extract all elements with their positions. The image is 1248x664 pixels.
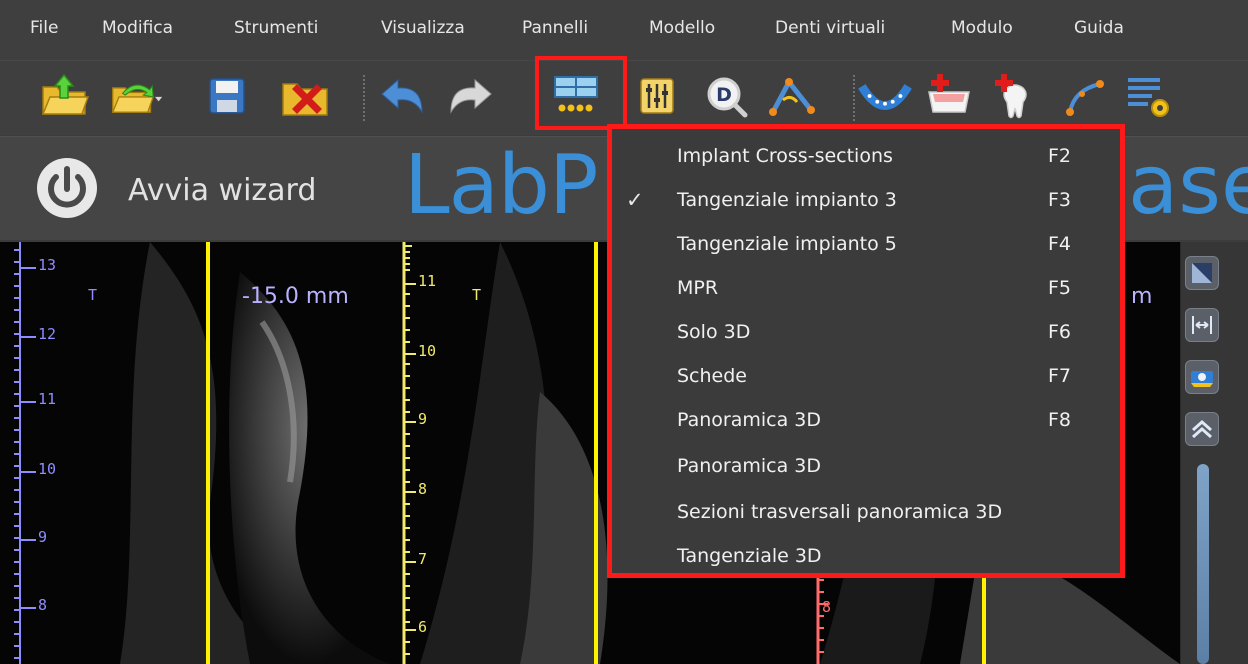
menu-denti-virtuali[interactable]: Denti virtuali [775,18,885,38]
arch-icon[interactable] [858,71,912,121]
ruler-label: 8 [418,480,428,498]
curve-icon[interactable] [1059,71,1113,121]
menu-item-label: Schede [677,365,747,387]
svg-text:D: D [716,84,732,106]
menu-item-label: Solo 3D [677,321,751,343]
menu-strumenti[interactable]: Strumenti [234,18,318,38]
menu-item-label: Panoramica 3D [677,455,822,477]
menu-item-shortcut: F4 [1048,233,1072,255]
menu-visualizza[interactable]: Visualizza [381,18,465,38]
chevron-up-double-icon[interactable] [1185,412,1219,446]
ruler-label: 9 [38,528,48,546]
ruler-label: 8 [38,596,48,614]
menu-item-panoramica-3d[interactable]: Panoramica 3D F8 [612,401,1120,443]
menu-item-label: Tangenziale impianto 3 [677,189,897,211]
checkmark-icon: ✓ [626,188,644,212]
ruler-label: 10 [38,460,57,478]
menu-modulo[interactable]: Modulo [951,18,1013,38]
menu-item-shortcut: F6 [1048,321,1072,343]
menu-item-shortcut: F8 [1048,409,1072,431]
close-red-x-icon[interactable] [278,71,332,121]
open-folder-up-icon[interactable] [38,71,92,121]
menu-item-mpr[interactable]: MPR F5 [612,269,1120,311]
undo-icon[interactable] [376,71,430,121]
menu-item-label: MPR [677,277,719,299]
ruler-label: 7 [418,550,428,568]
ruler-right [816,572,828,664]
power-icon[interactable] [36,157,98,219]
menu-item-implant-cross-sections[interactable]: Implant Cross-sections F2 [612,137,1120,179]
side-panel [1180,242,1248,664]
ruler-label: 9 [418,410,428,428]
toolbar-separator [363,75,365,121]
orientation-marker: T [472,286,482,304]
ruler-label: 11 [418,272,437,290]
menu-item-shortcut: F5 [1048,277,1072,299]
menu-guida[interactable]: Guida [1074,18,1124,38]
zoom-slider[interactable] [1197,464,1209,664]
add-model-icon[interactable] [922,71,976,121]
list-settings-icon[interactable] [1121,71,1175,121]
menubar: File Modifica Strumenti Visualizza Panne… [0,0,1248,60]
menu-item-panoramica-3d-alt[interactable]: Panoramica 3D [612,447,1120,489]
menu-item-label: Panoramica 3D [677,409,822,431]
menu-pannelli[interactable]: Pannelli [522,18,588,38]
offset-label: -15.0 mm [242,284,349,309]
menu-item-shortcut: F7 [1048,365,1072,387]
menu-modello[interactable]: Modello [649,18,715,38]
menu-item-label: Sezioni trasversali panoramica 3D [677,501,1003,523]
ruler-label: 10 [418,342,437,360]
ruler-label: 6 [418,618,428,636]
fit-width-icon[interactable] [1185,308,1219,342]
measure-angle-icon[interactable] [765,71,819,121]
menu-item-tangenziale-3d[interactable]: Tangenziale 3D [612,537,1120,579]
cross-section-line[interactable] [594,242,598,664]
menu-item-shortcut: F3 [1048,189,1072,211]
open-folder-arrow-icon[interactable] [110,71,164,121]
layout-dropdown-menu: Implant Cross-sections F2 ✓ Tangenziale … [607,124,1125,578]
redo-icon[interactable] [443,71,497,121]
ruler-label: 13 [38,256,57,274]
toolbar-highlight [535,56,627,130]
ruler-middle [402,242,416,664]
menu-item-tangenziale-impianto-3[interactable]: ✓ Tangenziale impianto 3 F3 [612,181,1120,223]
orientation-marker: T [88,286,98,304]
menu-file[interactable]: File [30,18,58,38]
menu-item-label: Tangenziale impianto 5 [677,233,897,255]
collapse-corner-icon[interactable] [1185,256,1219,290]
menu-item-label: Tangenziale 3D [677,545,822,567]
menu-item-shortcut: F2 [1048,145,1072,167]
ruler-label: 11 [38,390,57,408]
offset-label: m [1131,284,1153,309]
menu-item-tangenziale-impianto-5[interactable]: Tangenziale impianto 5 F4 [612,225,1120,267]
menu-item-solo-3d[interactable]: Solo 3D F6 [612,313,1120,355]
menu-item-schede[interactable]: Schede F7 [612,357,1120,399]
brand-logo-left: LabP [404,138,598,233]
brand-logo-right: ase [1128,138,1248,233]
save-icon[interactable] [200,71,254,121]
camera-view-icon[interactable] [1185,360,1219,394]
settings-sliders-icon[interactable] [630,71,684,121]
menu-modifica[interactable]: Modifica [102,18,173,38]
cross-section-line[interactable] [206,242,210,664]
menu-item-label: Implant Cross-sections [677,145,893,167]
toolbar-separator [853,75,855,121]
ruler-label: 12 [38,325,57,343]
start-wizard-button[interactable]: Avvia wizard [128,173,316,208]
menu-item-sezioni-trasversali-panoramica-3d[interactable]: Sezioni trasversali panoramica 3D [612,493,1120,535]
ruler-label: 8 [822,598,832,616]
add-tooth-icon[interactable] [986,71,1040,121]
density-d-icon[interactable]: D [699,71,753,121]
